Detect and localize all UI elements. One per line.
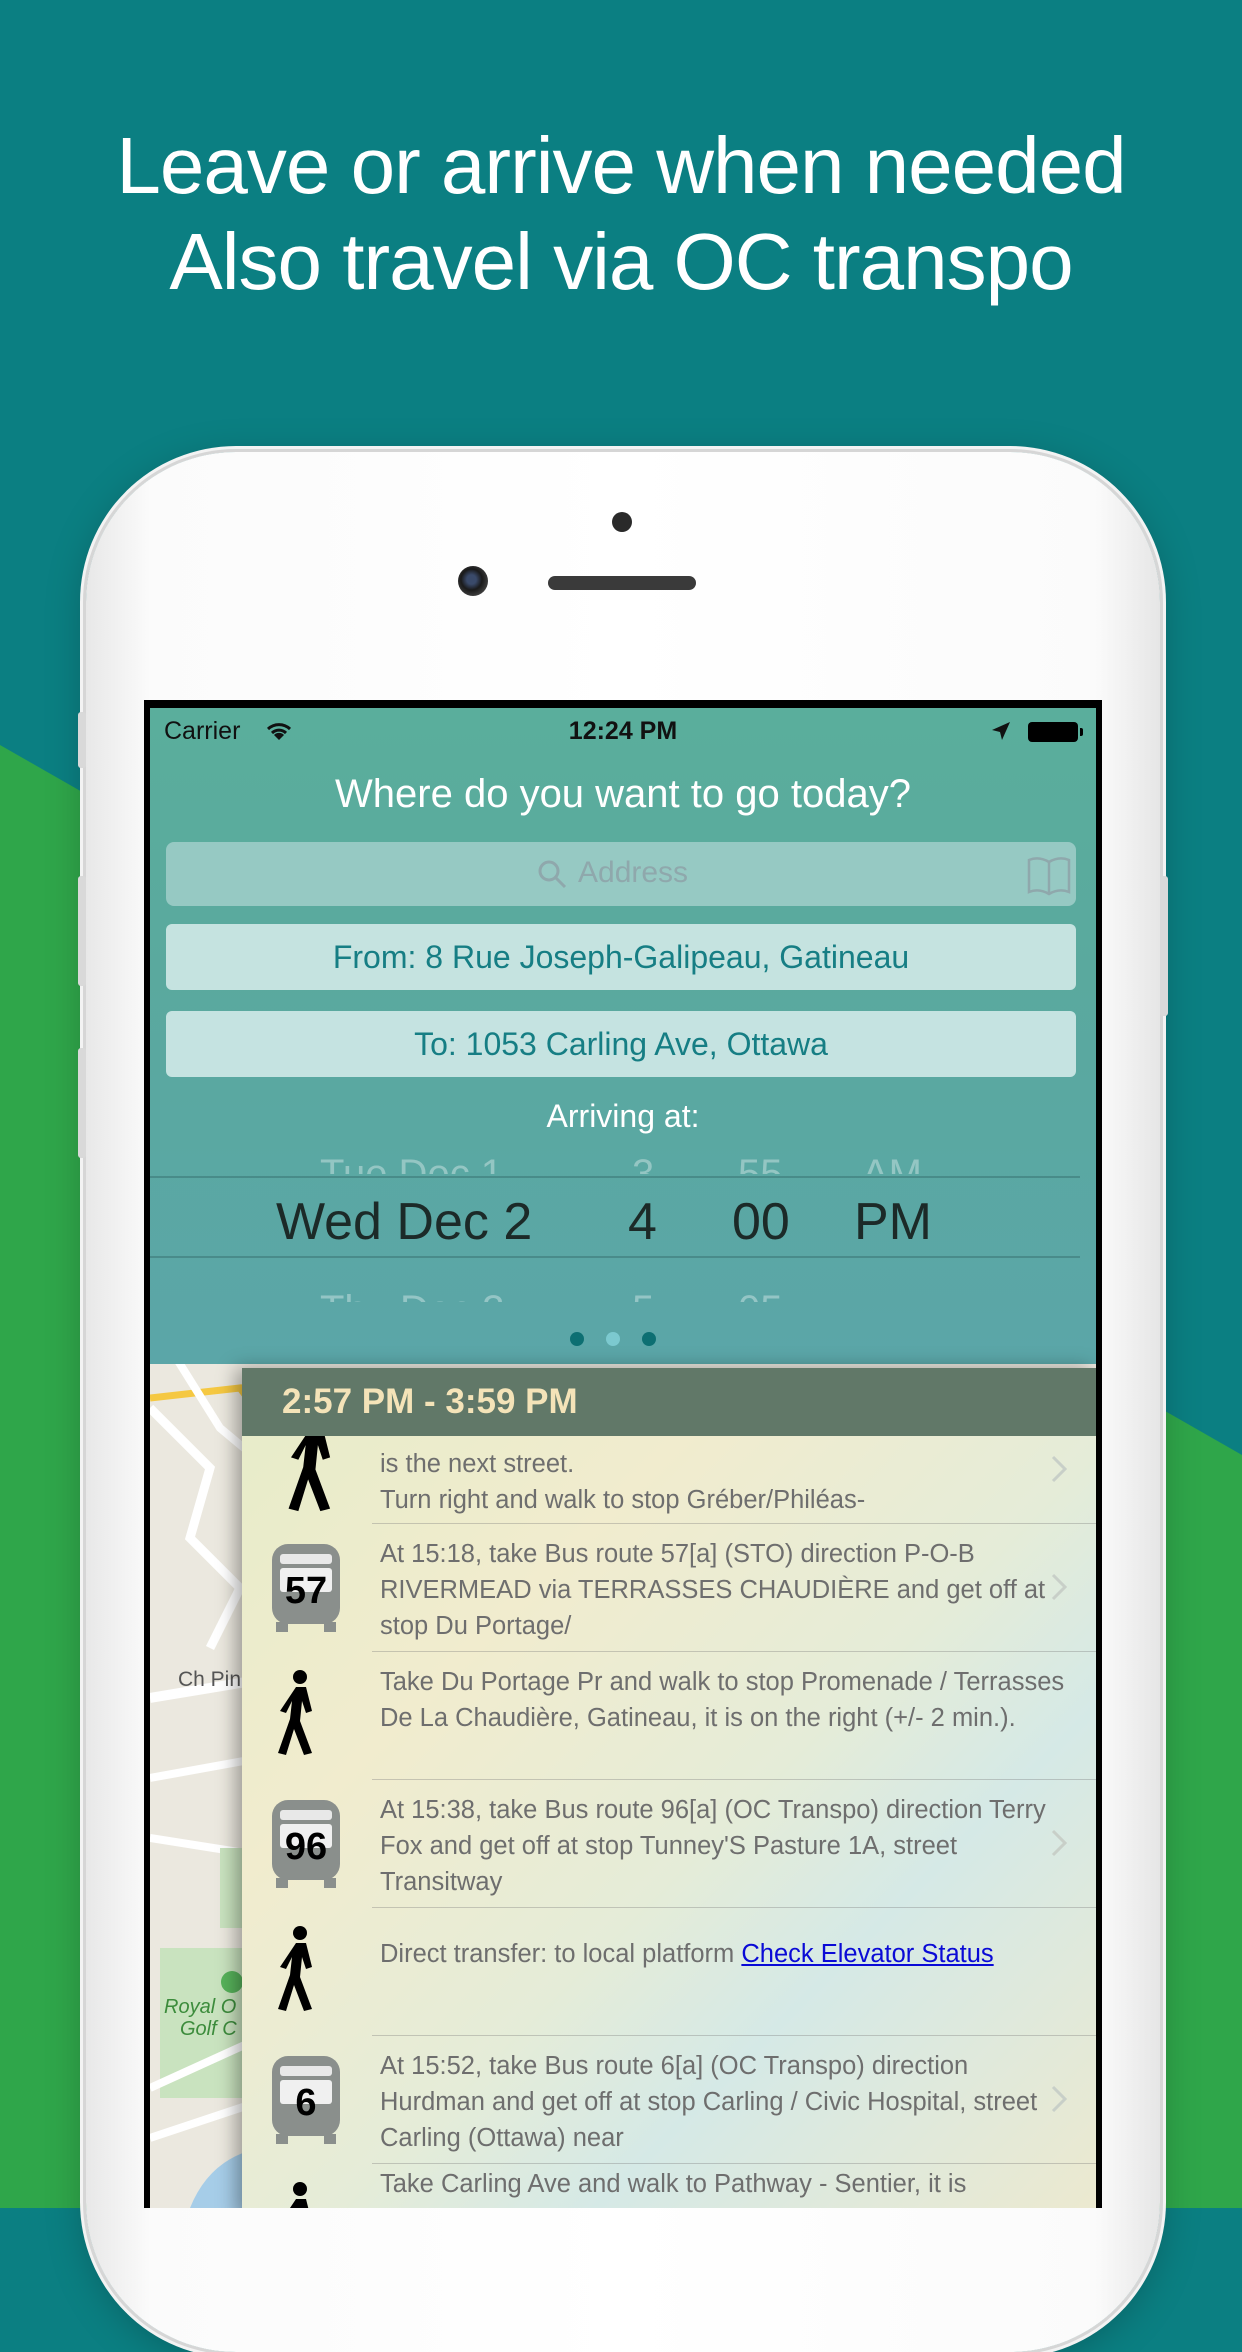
trip-steps-list[interactable]: is the next street. Turn right and walk … (242, 1436, 1096, 2208)
picker-date[interactable]: Wed Dec 2 (276, 1192, 532, 1252)
chevron-right-icon (1051, 1455, 1068, 1483)
volume-down-button (78, 1048, 86, 1158)
trip-step-walk[interactable]: Direct transfer: to local platform Check… (252, 1908, 1096, 2036)
from-location-button[interactable]: From: 8 Rue Joseph-Galipeau, Gatineau (166, 924, 1076, 990)
trip-step-text: Direct transfer: to local platform Check… (380, 1936, 1080, 1972)
page-dot-2[interactable] (606, 1332, 620, 1346)
bookmarks-icon[interactable] (1026, 852, 1072, 898)
trip-step-text: At 15:52, take Bus route 6[a] (OC Transp… (380, 2052, 1038, 2152)
map-label-golf-1: Royal O (164, 1996, 237, 2018)
walk-icon (278, 1926, 312, 2011)
trip-step-text: is the next street. Turn right and walk … (380, 1450, 866, 1514)
picker-prev-date: Tue Dec 1 (320, 1152, 504, 1174)
trip-step-text: At 15:18, take Bus route 57[a] (STO) dir… (380, 1540, 1046, 1640)
chevron-right-icon (1051, 2085, 1068, 2113)
trip-step-text: Take Carling Ave and walk to Pathway - S… (380, 2170, 967, 2198)
proximity-sensor (612, 512, 632, 532)
status-bar: Carrier 12:24 PM (150, 708, 1096, 750)
trip-time-header[interactable]: 2:57 PM - 3:59 PM (242, 1368, 1096, 1436)
trip-step-bus[interactable]: 6 At 15:52, take Bus route 6[a] (OC Tran… (252, 2036, 1096, 2164)
trip-step-walk[interactable]: Take Carling Ave and walk to Pathway - S… (252, 2164, 1096, 2208)
map-label-golf-2: Golf C (180, 2018, 237, 2040)
earpiece-speaker (548, 576, 696, 590)
picker-hour[interactable]: 4 (628, 1192, 657, 1252)
volume-up-button (78, 876, 86, 986)
bus-route-number: 57 (284, 1570, 328, 1612)
mute-switch (78, 712, 86, 768)
address-search-field[interactable]: Address (166, 842, 1076, 906)
search-placeholder: Address (578, 856, 689, 889)
trip-step-text: At 15:38, take Bus route 96[a] (OC Trans… (380, 1796, 1046, 1896)
battery-icon (1028, 722, 1083, 742)
front-camera (458, 566, 488, 596)
bus-route-number: 96 (284, 1826, 328, 1868)
page-dot-1[interactable] (570, 1332, 584, 1346)
bus-icon: 57 (268, 1542, 344, 1634)
chevron-right-icon (1051, 1573, 1068, 1601)
walk-icon (278, 1670, 312, 1755)
bus-icon: 6 (268, 2054, 344, 2146)
page-dot-3[interactable] (642, 1332, 656, 1346)
picker-prev-ampm: AM (862, 1152, 922, 1174)
picker-minute[interactable]: 00 (732, 1192, 790, 1252)
chevron-right-icon (1051, 1829, 1068, 1857)
map-label-road: Ch Pin (178, 1668, 242, 1691)
picker-prev-minute: 55 (738, 1152, 783, 1174)
location-arrow-icon (992, 722, 1010, 740)
transfer-text: Direct transfer: to local platform (380, 1940, 742, 1968)
walk-icon (290, 2182, 309, 2208)
picker-top-divider (150, 1176, 1080, 1178)
trip-step-walk[interactable]: is the next street. Turn right and walk … (252, 1436, 1096, 1524)
picker-next-date: Thu Dec 3 (320, 1280, 505, 1302)
trip-time-range: 2:57 PM - 3:59 PM (282, 1382, 578, 1421)
status-time: 12:24 PM (568, 717, 678, 745)
trip-step-text: Take Du Portage Pr and walk to stop Prom… (380, 1668, 1065, 1732)
picker-ampm[interactable]: PM (854, 1192, 932, 1252)
phone-screen: Ch Pin Royal O Golf C Carrier 12:24 PM W… (144, 700, 1102, 2208)
headline-line-2: Also travel via OC transpo (169, 217, 1073, 306)
check-elevator-status-link[interactable]: Check Elevator Status (741, 1940, 993, 1968)
trip-step-bus[interactable]: 57 At 15:18, take Bus route 57[a] (STO) … (252, 1524, 1096, 1652)
trip-step-bus[interactable]: 96 At 15:38, take Bus route 96[a] (OC Tr… (252, 1780, 1096, 1908)
trip-step-walk[interactable]: Take Du Portage Pr and walk to stop Prom… (252, 1652, 1096, 1780)
picker-prev-hour: 3 (632, 1152, 655, 1174)
power-button (1160, 876, 1168, 1016)
bus-route-number: 6 (295, 2082, 317, 2124)
page-control[interactable] (150, 1332, 1096, 1352)
picker-next-hour: 5 (632, 1280, 654, 1302)
trip-results-panel: 2:57 PM - 3:59 PM is the next street. Tu… (242, 1368, 1096, 2208)
headline-line-1: Leave or arrive when needed (116, 121, 1126, 210)
picker-bottom-divider (150, 1256, 1080, 1258)
picker-next-minute: 05 (738, 1280, 783, 1302)
search-icon (538, 860, 567, 889)
to-location-button[interactable]: To: 1053 Carling Ave, Ottawa (166, 1011, 1076, 1077)
bus-icon: 96 (268, 1798, 344, 1890)
arriving-label: Arriving at: (546, 1098, 700, 1134)
planner-prompt: Where do you want to go today? (335, 772, 911, 816)
planner-panel: Carrier 12:24 PM Where do you want to go… (150, 708, 1096, 1364)
walk-icon (288, 1436, 331, 1512)
